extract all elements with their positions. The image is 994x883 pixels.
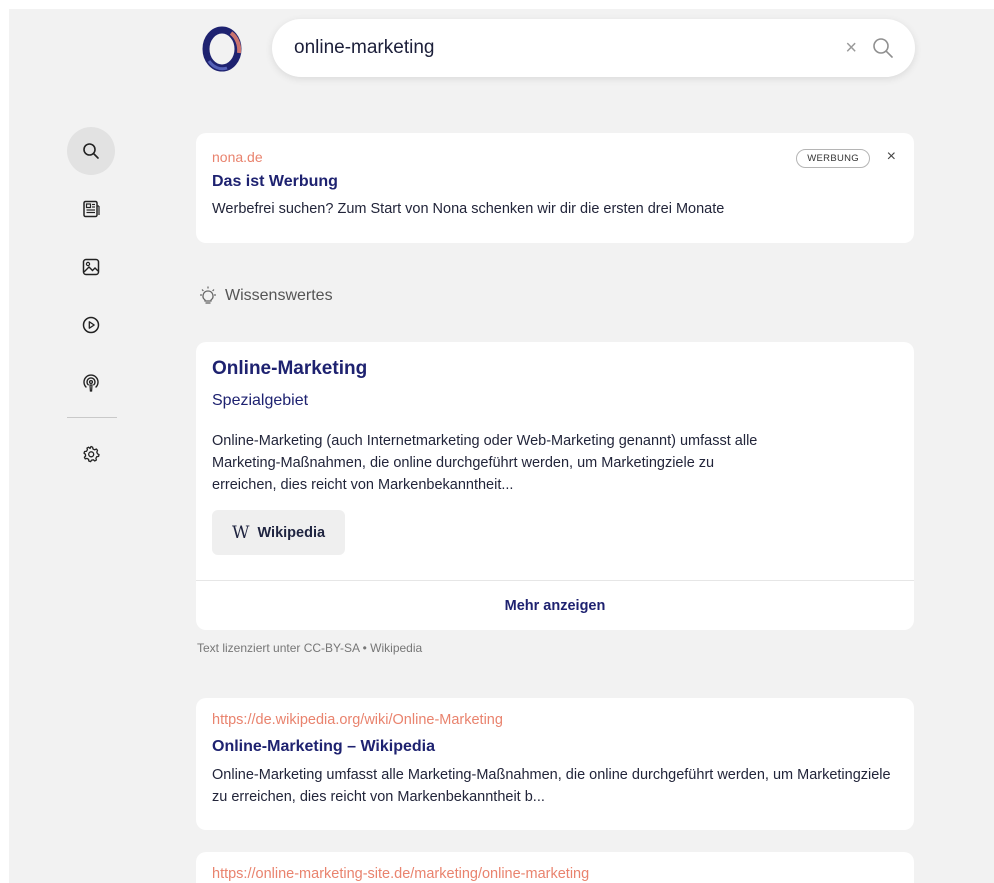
section-label-text: Wissenswertes [225, 287, 333, 304]
play-icon [82, 316, 100, 334]
result-description: Online-Marketing umfasst alle Marketing-… [212, 767, 891, 805]
ad-description: Werbefrei suchen? Zum Start von Nona sch… [212, 201, 725, 217]
search-icon[interactable] [871, 36, 895, 60]
gear-icon [83, 445, 100, 463]
sidebar-item-images[interactable] [67, 243, 115, 291]
knowledge-section-label: Wissenswertes [197, 285, 333, 307]
wikipedia-icon: W [232, 522, 250, 543]
sidebar-item-settings[interactable] [67, 430, 115, 478]
knowledge-title: Online-Marketing [212, 358, 368, 379]
search-result: https://online-marketing-site.de/marketi… [196, 852, 914, 883]
search-bar: × [272, 19, 915, 77]
knowledge-subtitle: Spezialgebiet [212, 392, 309, 409]
image-icon [82, 258, 100, 276]
knowledge-panel: Online-Marketing Spezialgebiet Online-Ma… [196, 342, 914, 630]
sidebar-item-search[interactable] [67, 127, 115, 175]
ad-title[interactable]: Das ist Werbung [212, 173, 898, 191]
ad-badge: WERBUNG [796, 149, 870, 168]
ad-card[interactable]: nona.de Das ist Werbung Werbefrei suchen… [196, 133, 914, 243]
nona-logo[interactable] [197, 21, 247, 77]
result-url[interactable]: https://de.wikipedia.org/wiki/Online-Mar… [212, 712, 898, 728]
podcast-icon [83, 374, 99, 392]
sidebar-item-podcasts[interactable] [67, 359, 115, 407]
wikipedia-label: Wikipedia [257, 524, 326, 541]
sidebar [67, 127, 117, 488]
license-note: Text lizenziert unter CC-BY-SA • Wikiped… [197, 641, 423, 655]
lightbulb-icon [200, 286, 216, 304]
page: × [9, 9, 994, 883]
wikipedia-source-button[interactable]: W Wikipedia [212, 510, 346, 555]
result-url[interactable]: https://online-marketing-site.de/marketi… [212, 866, 898, 882]
sidebar-divider [67, 417, 117, 418]
result-title[interactable]: Online-Marketing – Wikipedia [212, 738, 898, 756]
knowledge-description: Online-Marketing (auch Internetmarketing… [212, 433, 758, 493]
sidebar-item-news[interactable] [67, 185, 115, 233]
sidebar-item-videos[interactable] [67, 301, 115, 349]
search-input[interactable] [294, 37, 846, 59]
ad-domain[interactable]: nona.de [212, 149, 898, 165]
close-icon[interactable]: × [887, 148, 896, 166]
search-icon [83, 143, 99, 159]
clear-icon[interactable]: × [845, 38, 857, 58]
show-more-button[interactable]: Mehr anzeigen [196, 580, 914, 630]
news-icon [83, 200, 100, 218]
search-result: https://de.wikipedia.org/wiki/Online-Mar… [196, 698, 914, 830]
